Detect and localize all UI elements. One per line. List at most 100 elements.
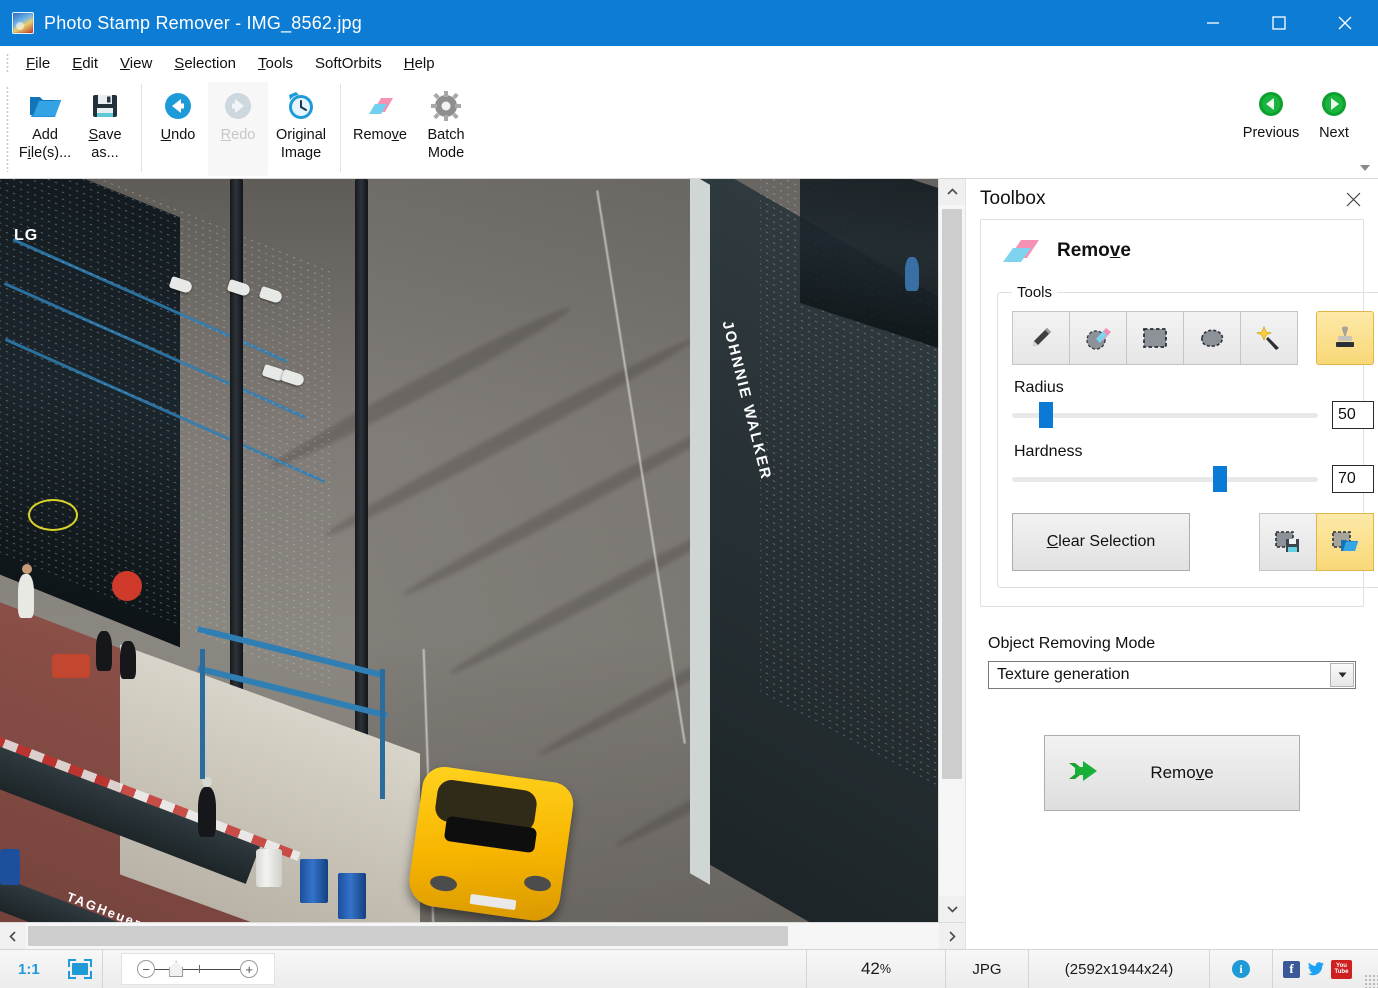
- marker-tool-button[interactable]: [1012, 311, 1070, 365]
- zoom-track-mid-a: [183, 969, 199, 970]
- radius-row: 50: [1012, 401, 1374, 429]
- eraser-icon: [363, 88, 397, 124]
- radius-slider[interactable]: [1012, 402, 1318, 428]
- menu-selection[interactable]: Selection: [163, 52, 247, 75]
- window-title: Photo Stamp Remover - IMG_8562.jpg: [44, 13, 362, 34]
- rectangle-select-tool-button[interactable]: [1126, 311, 1184, 365]
- batch-mode-label: BatchMode: [427, 126, 464, 162]
- minimize-button[interactable]: [1180, 0, 1246, 46]
- magic-wand-tool-button[interactable]: [1240, 311, 1298, 365]
- toolbox-close-button[interactable]: [1340, 186, 1366, 212]
- original-image-button[interactable]: OriginalImage: [268, 82, 334, 176]
- gear-icon: [431, 88, 461, 124]
- menu-grip: [6, 53, 9, 73]
- pencil-icon: [1028, 325, 1054, 351]
- info-button[interactable]: i: [1210, 950, 1273, 988]
- hardness-value-field[interactable]: 70: [1332, 465, 1374, 493]
- image-dimensions-cell: (2592x1944x24): [1029, 950, 1210, 988]
- undo-arrow-icon: [163, 88, 193, 124]
- undo-button[interactable]: Undo: [148, 82, 208, 176]
- fit-to-window-button[interactable]: [58, 950, 103, 988]
- menu-softorbits[interactable]: SoftOrbits: [304, 52, 393, 75]
- zoom-slider-handle[interactable]: [169, 961, 183, 977]
- magic-wand-icon: [1256, 325, 1282, 351]
- menu-help[interactable]: Help: [393, 52, 446, 75]
- scroll-down-button[interactable]: [939, 896, 965, 922]
- batch-mode-button[interactable]: BatchMode: [413, 82, 479, 176]
- zoom-percent-suffix: %: [880, 962, 891, 976]
- add-files-button[interactable]: AddFile(s)...: [15, 82, 75, 176]
- load-selection-button[interactable]: [1316, 513, 1374, 571]
- zoom-slider[interactable]: − +: [121, 953, 275, 985]
- hardness-slider-rail: [1012, 477, 1318, 482]
- radius-value-field[interactable]: 50: [1332, 401, 1374, 429]
- add-files-label: AddFile(s)...: [19, 126, 71, 162]
- stamp-tool-button[interactable]: [1316, 311, 1374, 365]
- maximize-button[interactable]: [1246, 0, 1312, 46]
- scroll-left-button[interactable]: [0, 923, 26, 949]
- hose-reel: [112, 571, 142, 601]
- menu-file[interactable]: File: [15, 52, 61, 75]
- file-format-cell: JPG: [946, 950, 1029, 988]
- resize-grip[interactable]: [1364, 974, 1378, 988]
- hardness-slider-thumb[interactable]: [1213, 466, 1227, 492]
- vertical-scrollbar[interactable]: [938, 179, 965, 922]
- application-window: Photo Stamp Remover - IMG_8562.jpg File …: [0, 0, 1378, 988]
- barrier-cap: [690, 179, 710, 885]
- original-image-label: OriginalImage: [276, 126, 326, 162]
- zoom-out-button[interactable]: −: [137, 960, 155, 978]
- redo-arrow-icon: [223, 88, 253, 124]
- toolbox-panel: Toolbox Remove Tools: [965, 179, 1378, 949]
- chevron-up-icon: [947, 188, 958, 196]
- radius-slider-thumb[interactable]: [1039, 402, 1053, 428]
- eraser-icon: [997, 234, 1041, 268]
- zoom-in-button[interactable]: +: [240, 960, 258, 978]
- toolbar-group-history: Undo Redo: [148, 80, 334, 178]
- previous-button[interactable]: Previous: [1238, 80, 1304, 174]
- menu-tools[interactable]: Tools: [247, 52, 304, 75]
- marshal: [96, 631, 112, 671]
- chevron-down-icon[interactable]: [1330, 663, 1354, 687]
- vertical-scroll-track[interactable]: [939, 205, 965, 896]
- horizontal-scroll-thumb[interactable]: [28, 926, 788, 946]
- toolbar: AddFile(s)... Saveas...: [0, 80, 1378, 179]
- facebook-icon[interactable]: f: [1283, 961, 1300, 978]
- object-removing-mode-select[interactable]: Texture generation: [988, 661, 1356, 689]
- youtube-icon[interactable]: YouTube: [1331, 960, 1352, 979]
- safety-car: [415, 774, 567, 914]
- redo-button[interactable]: Redo: [208, 82, 268, 176]
- menu-view[interactable]: View: [109, 52, 163, 75]
- zoom-1-1-button[interactable]: 1:1: [0, 950, 58, 988]
- next-button[interactable]: Next: [1304, 80, 1364, 174]
- lasso-select-tool-button[interactable]: [1183, 311, 1241, 365]
- menu-edit[interactable]: Edit: [61, 52, 109, 75]
- horizontal-scrollbar[interactable]: [0, 922, 965, 949]
- zoom-track-mid-b: [200, 969, 240, 970]
- remove-toolbar-button[interactable]: Remove: [347, 82, 413, 176]
- image-canvas[interactable]: LG: [0, 179, 938, 922]
- spectator: [18, 574, 34, 618]
- scroll-right-button[interactable]: [939, 923, 965, 949]
- info-icon: i: [1232, 960, 1250, 978]
- eraser-tool-button[interactable]: [1069, 311, 1127, 365]
- main-area: LG: [0, 179, 1378, 949]
- hardness-label: Hardness: [1014, 443, 1374, 461]
- remove-action-button[interactable]: Remove: [1044, 735, 1300, 811]
- hardness-slider[interactable]: [1012, 466, 1318, 492]
- save-as-button[interactable]: Saveas...: [75, 82, 135, 176]
- toolbox-header: Toolbox: [966, 179, 1378, 219]
- save-selection-button[interactable]: [1259, 513, 1317, 571]
- photo-scene: LG: [0, 179, 938, 922]
- zoom-percent-cell: 42%: [807, 950, 946, 988]
- object-removing-mode-value: Texture generation: [997, 666, 1130, 684]
- close-button[interactable]: [1312, 0, 1378, 46]
- scroll-up-button[interactable]: [939, 179, 965, 205]
- remove-toolbar-label: Remove: [353, 126, 407, 144]
- close-icon: [1346, 192, 1361, 207]
- marshal: [198, 787, 216, 837]
- clear-selection-button[interactable]: Clear Selection: [1012, 513, 1190, 571]
- ribbon-expand-icon[interactable]: [1358, 162, 1372, 174]
- vertical-scroll-thumb[interactable]: [942, 209, 962, 779]
- horizontal-scroll-track[interactable]: [26, 923, 939, 949]
- twitter-icon[interactable]: [1307, 961, 1324, 978]
